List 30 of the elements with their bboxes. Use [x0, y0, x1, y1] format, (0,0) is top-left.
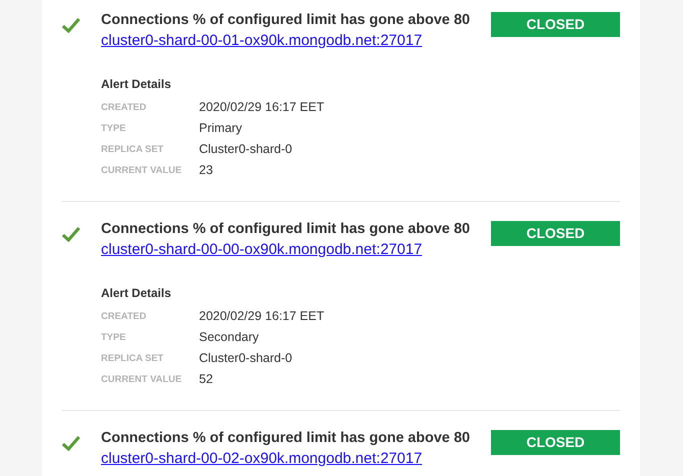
detail-value: Cluster0-shard-0: [199, 141, 292, 158]
detail-value: 2020/02/29 16:17 EET: [199, 99, 324, 116]
detail-value: 52: [199, 371, 213, 388]
detail-label: CURRENT VALUE: [101, 164, 183, 178]
check-icon: [62, 16, 80, 33]
detail-label: REPLICA SET: [101, 352, 164, 366]
details-heading: Alert Details: [101, 285, 172, 302]
status-badge: CLOSED: [491, 221, 620, 246]
detail-label: REPLICA SET: [101, 143, 164, 157]
detail-value: Cluster0-shard-0: [199, 350, 292, 367]
status-badge: CLOSED: [491, 12, 620, 37]
detail-label: TYPE: [101, 122, 127, 136]
alert-title: Connections % of configured limit has gone above 80: [101, 430, 471, 447]
check-icon: [62, 434, 80, 451]
status-badge: CLOSED: [491, 430, 620, 455]
detail-value: Primary: [199, 120, 242, 137]
detail-value: 23: [199, 162, 213, 179]
host-link[interactable]: cluster0-shard-00-02-ox90k.mongodb.net:27017: [101, 450, 422, 467]
detail-value: Secondary: [199, 329, 259, 346]
alert-title: Connections % of configured limit has gone above 80: [101, 12, 471, 29]
detail-label: CREATED: [101, 310, 148, 324]
details-heading: Alert Details: [101, 76, 172, 93]
host-link[interactable]: cluster0-shard-00-01-ox90k.mongodb.net:27017: [101, 32, 422, 49]
detail-label: CURRENT VALUE: [101, 373, 183, 387]
detail-label: CREATED: [101, 101, 148, 115]
alert-title: Connections % of configured limit has gone above 80: [101, 221, 471, 238]
detail-label: TYPE: [101, 331, 127, 345]
host-link[interactable]: cluster0-shard-00-00-ox90k.mongodb.net:27017: [101, 241, 422, 258]
check-icon: [62, 226, 80, 242]
detail-value: 2020/02/29 16:17 EET: [199, 308, 324, 325]
